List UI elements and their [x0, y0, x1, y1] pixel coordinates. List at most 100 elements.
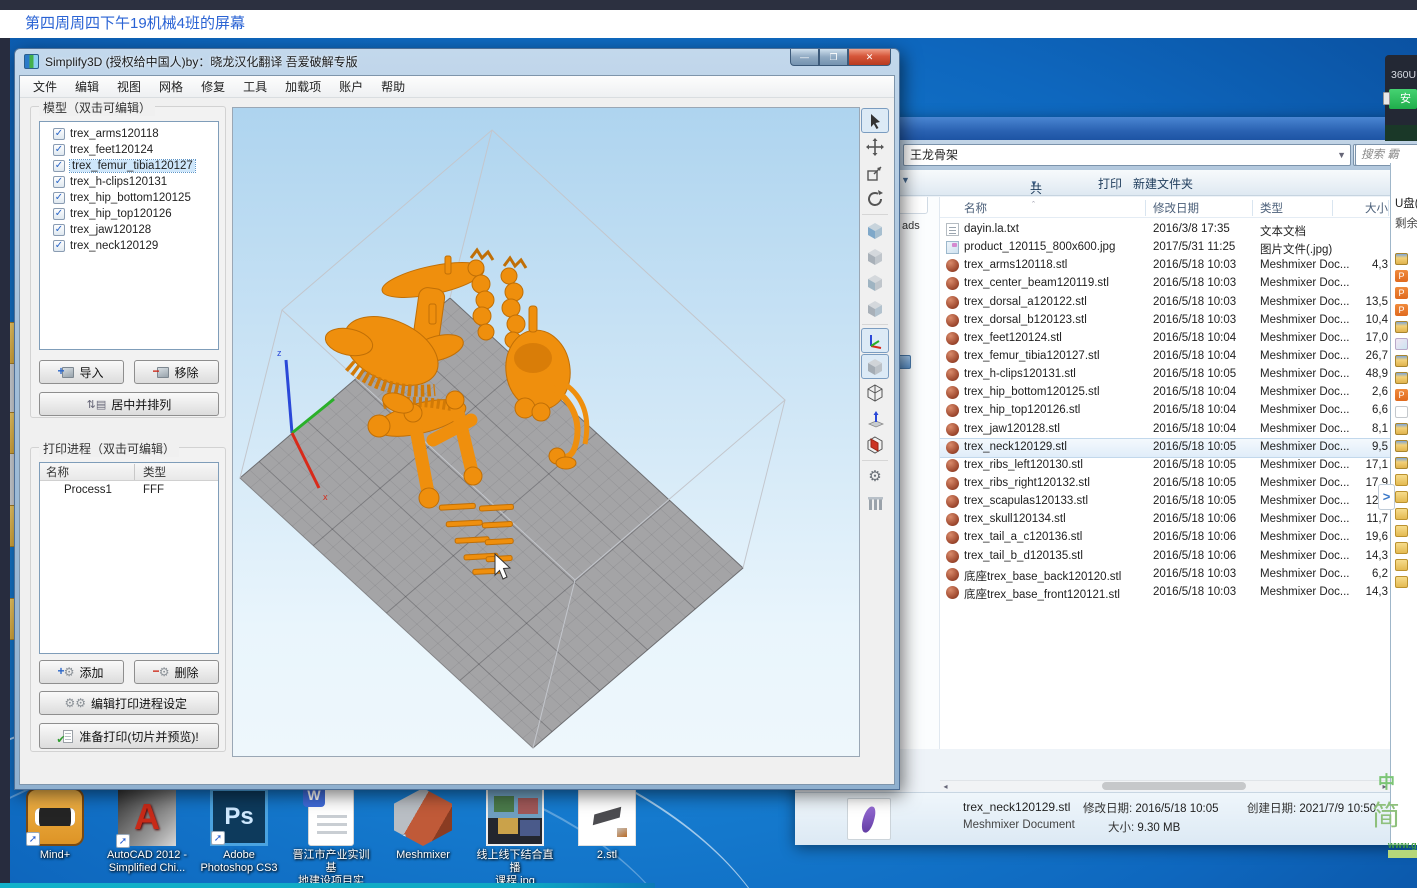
column-name[interactable]: 名称 [964, 200, 987, 216]
drive-file-icon[interactable] [1395, 491, 1408, 503]
viewport-3d[interactable]: z x [232, 107, 860, 757]
menu-item[interactable]: 视图 [108, 75, 150, 98]
file-row[interactable]: trex_neck120129.stl 2016/5/18 10:05 Mesh… [940, 439, 1390, 457]
center-arrange-button[interactable]: ⇅▤ 居中并排列 [39, 392, 219, 416]
model-list-item[interactable]: trex_feet120124 [40, 142, 218, 158]
drive-file-icon[interactable] [1395, 304, 1408, 316]
cross-section-button[interactable] [861, 432, 889, 457]
new-folder-button[interactable]: 新建文件夹 [1133, 175, 1193, 192]
scroll-left-icon[interactable]: ◂ [940, 781, 951, 791]
file-row[interactable]: trex_femur_tibia120127.stl 2016/5/18 10:… [940, 348, 1390, 366]
menu-item[interactable]: 编辑 [66, 75, 108, 98]
expand-panel-button[interactable]: > [1378, 484, 1395, 510]
menu-item[interactable]: 网格 [150, 75, 192, 98]
file-row[interactable]: trex_scapulas120133.stl 2016/5/18 10:05 … [940, 493, 1390, 511]
import-button[interactable]: + 导入 [39, 360, 124, 384]
column-size[interactable]: 大小 [1344, 200, 1388, 216]
s3d-titlebar[interactable]: Simplify3D (授权给中国人)by：晓龙汉化翻译 吾爱破解专版 — ❐ … [15, 49, 899, 74]
drive-file-icon[interactable] [1395, 474, 1408, 486]
menu-item[interactable]: 工具 [234, 75, 276, 98]
maximize-button[interactable]: ❐ [819, 49, 848, 66]
menu-item[interactable]: 账户 [330, 75, 372, 98]
rotate-tool-button[interactable] [861, 186, 889, 211]
file-row[interactable]: trex_feet120124.stl 2016/5/18 10:04 Mesh… [940, 330, 1390, 348]
desktop-icon[interactable]: Ps ➚ Adobe Photoshop CS3 [196, 788, 282, 888]
close-button[interactable]: ✕ [848, 49, 891, 66]
model-list-item[interactable]: trex_h-clips120131 [40, 174, 218, 190]
process-row[interactable]: Process1 FFF [40, 481, 218, 499]
file-row[interactable]: 底座trex_base_back120120.stl 2016/5/18 10:… [940, 566, 1390, 584]
checkbox-checked-icon[interactable] [53, 144, 65, 156]
desktop-icon[interactable]: ➚ Meshmixer [380, 788, 466, 888]
menu-item[interactable]: 修复 [192, 75, 234, 98]
select-tool-button[interactable] [861, 108, 889, 133]
wireframe-view-button[interactable] [861, 380, 889, 405]
ime-indicator-zhong[interactable]: 中 [1378, 768, 1395, 793]
surface-normal-button[interactable] [861, 406, 889, 431]
nav-item-partial[interactable]: ads [902, 220, 920, 232]
drive-file-icon[interactable] [1395, 389, 1408, 401]
drive-file-icon[interactable] [1395, 372, 1408, 384]
drive-file-icon[interactable] [1395, 253, 1408, 265]
remove-button[interactable]: − 移除 [134, 360, 219, 384]
column-type[interactable]: 类型 [1260, 200, 1283, 216]
checkbox-checked-icon[interactable] [53, 160, 65, 172]
model-list-item[interactable]: trex_neck120129 [40, 238, 218, 254]
file-row[interactable]: trex_skull120134.stl 2016/5/18 10:06 Mes… [940, 511, 1390, 529]
file-row[interactable]: trex_ribs_left120130.stl 2016/5/18 10:05… [940, 457, 1390, 475]
view-side-button[interactable] [861, 296, 889, 321]
desktop-icon[interactable]: ➚ 线上线下结合直播 课程.jpg [472, 788, 558, 888]
file-row[interactable]: trex_dorsal_b120123.stl 2016/5/18 10:03 … [940, 312, 1390, 330]
file-row[interactable]: trex_arms120118.stl 2016/5/18 10:03 Mesh… [940, 257, 1390, 275]
drive-file-icon[interactable] [1395, 406, 1408, 418]
model-list-item[interactable]: trex_arms120118 [40, 126, 218, 142]
usb-install-button[interactable]: 安 [1389, 89, 1417, 109]
prepare-print-button[interactable]: ✔ 准备打印(切片并预览)! [39, 723, 219, 749]
file-row[interactable]: dayin.la.txt 2016/3/8 17:35 文本文档 [940, 221, 1390, 239]
process-col-type[interactable]: 类型 [135, 464, 166, 480]
menu-item[interactable]: 加载项 [276, 75, 330, 98]
model-list-item[interactable]: trex_hip_bottom120125 [40, 190, 218, 206]
organize-menu-partial[interactable]: ▼ [901, 175, 910, 185]
drive-file-icon[interactable] [1395, 423, 1408, 435]
drive-file-icon[interactable] [1395, 525, 1408, 537]
drive-file-icon[interactable] [1395, 338, 1408, 350]
checkbox-checked-icon[interactable] [53, 240, 65, 252]
drive-file-icon[interactable] [1395, 321, 1408, 333]
checkbox-checked-icon[interactable] [53, 128, 65, 140]
checkbox-checked-icon[interactable] [53, 176, 65, 188]
file-row[interactable]: trex_h-clips120131.stl 2016/5/18 10:05 M… [940, 366, 1390, 384]
show-axes-button[interactable] [861, 328, 889, 353]
horizontal-scrollbar[interactable]: ◂ ▸ [940, 780, 1390, 791]
desktop-icon[interactable]: ➚ Mind+ [12, 788, 98, 888]
drive-file-icon[interactable] [1395, 508, 1408, 520]
file-row[interactable]: trex_ribs_right120132.stl 2016/5/18 10:0… [940, 475, 1390, 493]
file-row[interactable]: trex_dorsal_a120122.stl 2016/5/18 10:03 … [940, 294, 1390, 312]
file-row[interactable]: trex_tail_a_c120136.stl 2016/5/18 10:06 … [940, 529, 1390, 547]
edit-process-button[interactable]: ⚙⚙ 编辑打印进程设定 [39, 691, 219, 715]
drive-file-icon[interactable] [1395, 287, 1408, 299]
desktop-icon[interactable]: ➚ 2.stl [564, 788, 650, 888]
support-structures-button[interactable] [861, 490, 889, 515]
view-default-button[interactable] [861, 218, 889, 243]
drive-file-icon[interactable] [1395, 270, 1408, 282]
drive-file-icon[interactable] [1395, 542, 1408, 554]
view-top-button[interactable] [861, 244, 889, 269]
settings-gear-button[interactable]: ⚙ [861, 464, 889, 489]
checkbox-checked-icon[interactable] [53, 208, 65, 220]
delete-process-button[interactable]: ⚙− 删除 [134, 660, 219, 684]
address-dropdown-icon[interactable]: ▼ [1337, 145, 1346, 165]
drive-file-icon[interactable] [1395, 559, 1408, 571]
drive-file-icon[interactable] [1395, 457, 1408, 469]
scrollbar-thumb[interactable] [1102, 782, 1246, 790]
checkbox-checked-icon[interactable] [53, 192, 65, 204]
model-list-item[interactable]: trex_hip_top120126 [40, 206, 218, 222]
column-date[interactable]: 修改日期 [1153, 200, 1199, 216]
desktop-icon[interactable]: W ➚ 晋江市产业实训基 地建设项目实施... [288, 788, 374, 888]
model-list-item[interactable]: trex_jaw120128 [40, 222, 218, 238]
nav-folder-icon[interactable] [900, 355, 911, 369]
file-row[interactable]: trex_center_beam120119.stl 2016/5/18 10:… [940, 275, 1390, 293]
address-bar[interactable]: 王龙骨架 ▼ [903, 144, 1351, 166]
print-button[interactable]: 打印 [1098, 175, 1122, 192]
desktop-icon[interactable]: A ➚ AutoCAD 2012 - Simplified Chi... [104, 788, 190, 888]
